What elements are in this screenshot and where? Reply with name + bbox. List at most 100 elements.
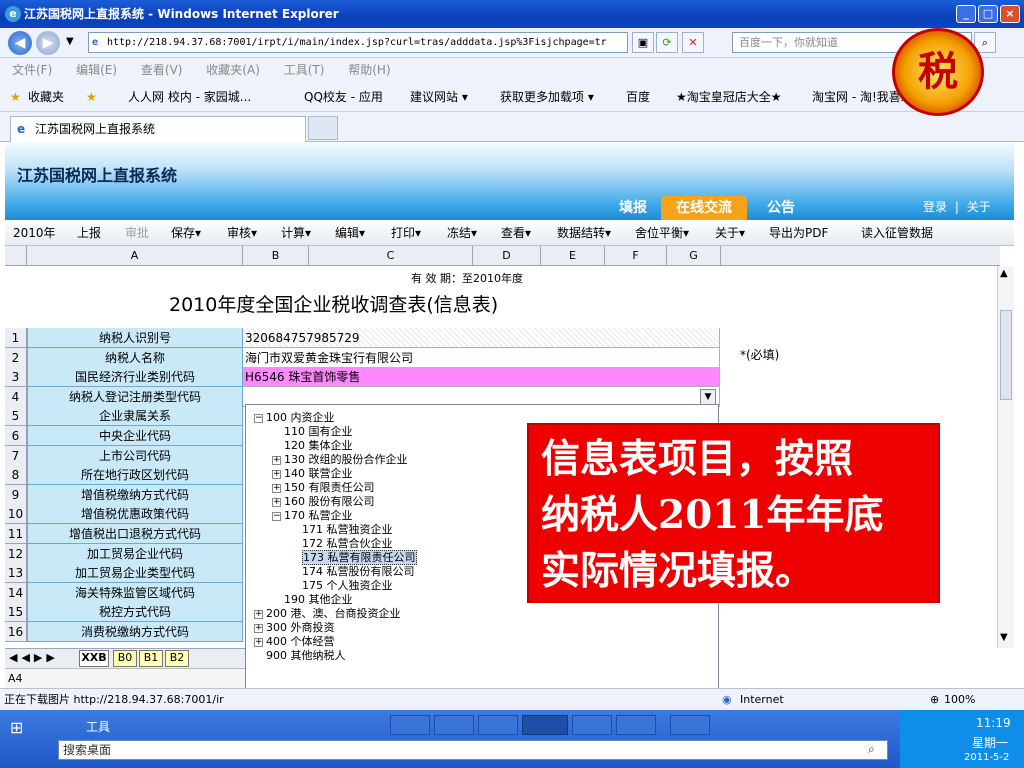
desktop-search-input[interactable]: 搜索桌面 bbox=[58, 740, 888, 760]
tree-expander-icon[interactable] bbox=[272, 442, 281, 451]
row-header[interactable]: 13 bbox=[5, 563, 27, 584]
tree-item[interactable]: 172 私营合伙企业 bbox=[290, 537, 393, 551]
zoom-level[interactable]: 100% bbox=[944, 689, 975, 711]
col-header-e[interactable]: E bbox=[541, 246, 605, 266]
tree-expander-icon[interactable]: + bbox=[254, 609, 263, 619]
tree-item[interactable]: 175 个人独资企业 bbox=[290, 579, 393, 593]
field-value[interactable]: H6546 珠宝首饰零售 bbox=[243, 367, 720, 388]
scroll-thumb[interactable] bbox=[1000, 310, 1012, 400]
row-header[interactable]: 15 bbox=[5, 602, 27, 623]
refresh-icon[interactable]: ⟳ bbox=[656, 32, 678, 53]
fav-taobao-stars[interactable]: ★淘宝皇冠店大全★ bbox=[676, 82, 782, 111]
tb-print[interactable]: 打印▾ bbox=[391, 220, 421, 245]
row-header[interactable]: 3 bbox=[5, 367, 27, 388]
tree-item[interactable]: +160 股份有限公司 bbox=[272, 495, 375, 509]
tb-carryover[interactable]: 数据结转▾ bbox=[557, 220, 611, 245]
row-header[interactable]: 11 bbox=[5, 524, 27, 544]
col-header-g[interactable]: G bbox=[667, 246, 721, 266]
fav-renren[interactable]: 人人网 校内 - 家园城... bbox=[128, 82, 251, 111]
dropdown-arrow-icon[interactable]: ▼ bbox=[700, 388, 716, 405]
tree-expander-icon[interactable]: + bbox=[272, 469, 281, 479]
taskbar-button-3[interactable] bbox=[478, 715, 518, 735]
row-header[interactable]: 8 bbox=[5, 465, 27, 486]
nav-tab-notice[interactable]: 公告 bbox=[755, 196, 807, 220]
tree-item[interactable]: 173 私营有限责任公司 bbox=[290, 550, 417, 565]
sheet-nav-arrows-icon[interactable]: ◀◀▶▶ bbox=[9, 651, 59, 664]
tree-item[interactable]: +140 联营企业 bbox=[272, 467, 353, 481]
tree-item[interactable]: +150 有限责任公司 bbox=[272, 481, 375, 495]
tb-edit[interactable]: 编辑▾ bbox=[335, 220, 365, 245]
fav-suggested[interactable]: 建议网站 ▾ bbox=[410, 82, 468, 111]
login-link[interactable]: 登录 bbox=[923, 200, 947, 214]
tree-item[interactable]: −170 私营企业 bbox=[272, 509, 353, 523]
vertical-scrollbar[interactable]: ▲ ▼ bbox=[997, 266, 1014, 648]
menu-help[interactable]: 帮助(H) bbox=[348, 63, 390, 77]
tb-import-data[interactable]: 读入征管数据 bbox=[861, 220, 933, 245]
tree-item[interactable]: 110 国有企业 bbox=[272, 425, 353, 439]
tb-year[interactable]: 2010年 bbox=[13, 220, 56, 245]
taskbar-button-active[interactable] bbox=[522, 715, 568, 735]
tree-expander-icon[interactable] bbox=[290, 554, 299, 563]
stop-icon[interactable]: ✕ bbox=[682, 32, 704, 53]
col-header-d[interactable]: D bbox=[473, 246, 541, 266]
menu-favorites[interactable]: 收藏夹(A) bbox=[206, 63, 260, 77]
zoom-icon[interactable]: ⊕ bbox=[930, 689, 939, 711]
taskbar-button-1[interactable] bbox=[390, 715, 430, 735]
tb-approve[interactable]: 审批 bbox=[125, 220, 149, 245]
tree-expander-icon[interactable] bbox=[290, 540, 299, 549]
col-header-a[interactable]: A bbox=[27, 246, 243, 266]
tree-item[interactable]: +400 个体经营 bbox=[254, 635, 335, 649]
taskbar-button-5[interactable] bbox=[616, 715, 656, 735]
tb-freeze[interactable]: 冻结▾ bbox=[447, 220, 477, 245]
row-header[interactable]: 12 bbox=[5, 543, 27, 564]
minimize-button[interactable]: _ bbox=[956, 5, 976, 23]
close-button[interactable]: × bbox=[1000, 5, 1020, 23]
sheet-tab-b1[interactable]: B1 bbox=[139, 650, 163, 667]
scroll-down-icon[interactable]: ▼ bbox=[1000, 632, 1008, 643]
corner-cell[interactable] bbox=[5, 246, 27, 266]
maximize-button[interactable]: □ bbox=[978, 5, 998, 23]
col-header-c[interactable]: C bbox=[309, 246, 473, 266]
tree-expander-icon[interactable]: − bbox=[272, 511, 281, 521]
desktop-search-icon[interactable]: ⌕ bbox=[868, 742, 875, 757]
favorites-button[interactable]: 收藏夹 bbox=[28, 82, 64, 111]
menu-edit[interactable]: 编辑(E) bbox=[76, 63, 117, 77]
col-header-f[interactable]: F bbox=[605, 246, 667, 266]
tree-expander-icon[interactable]: + bbox=[272, 483, 281, 493]
tree-expander-icon[interactable] bbox=[272, 596, 281, 605]
tb-review[interactable]: 审核▾ bbox=[227, 220, 257, 245]
taskbar-button-6[interactable] bbox=[670, 715, 710, 735]
browser-tab-active[interactable]: e 江苏国税网上直报系统 bbox=[10, 116, 306, 142]
tb-submit[interactable]: 上报 bbox=[77, 220, 101, 245]
back-icon[interactable]: ◀ bbox=[8, 31, 32, 55]
row-header[interactable]: 5 bbox=[5, 406, 27, 427]
forward-icon[interactable]: ▶ bbox=[36, 31, 60, 55]
tree-expander-icon[interactable]: + bbox=[272, 455, 281, 465]
tree-item[interactable]: 900 其他纳税人 bbox=[254, 649, 346, 663]
tree-expander-icon[interactable] bbox=[272, 428, 281, 437]
tb-calc[interactable]: 计算▾ bbox=[281, 220, 311, 245]
tb-rounding[interactable]: 舍位平衡▾ bbox=[635, 220, 689, 245]
tree-item[interactable]: +200 港、澳、台商投资企业 bbox=[254, 607, 401, 621]
fav-qq[interactable]: QQ校友 - 应用 bbox=[304, 82, 383, 111]
window-titlebar[interactable]: e 江苏国税网上直报系统 - Windows Internet Explorer… bbox=[0, 0, 1024, 28]
compat-view-icon[interactable]: ▣ bbox=[632, 32, 654, 53]
row-header[interactable]: 9 bbox=[5, 484, 27, 505]
col-header-b[interactable]: B bbox=[243, 246, 309, 266]
field-value[interactable]: 320684757985729 bbox=[243, 328, 720, 348]
taskbar-button-2[interactable] bbox=[434, 715, 474, 735]
start-icon[interactable]: ⊞ bbox=[10, 718, 23, 737]
row-header[interactable]: 7 bbox=[5, 445, 27, 466]
menu-view[interactable]: 查看(V) bbox=[141, 63, 183, 77]
tree-item[interactable]: 190 其他企业 bbox=[272, 593, 353, 607]
tree-item[interactable]: −100 内资企业 bbox=[254, 411, 335, 425]
taskbar-tools[interactable]: 工具 bbox=[86, 718, 110, 735]
tb-export-pdf[interactable]: 导出为PDF bbox=[769, 220, 828, 245]
row-header[interactable]: 16 bbox=[5, 622, 27, 642]
menu-file[interactable]: 文件(F) bbox=[12, 63, 52, 77]
tree-expander-icon[interactable] bbox=[290, 526, 299, 535]
tree-item[interactable]: +300 外商投资 bbox=[254, 621, 335, 635]
tb-save[interactable]: 保存▾ bbox=[171, 220, 201, 245]
sheet-tab-b0[interactable]: B0 bbox=[113, 650, 137, 667]
menu-tools[interactable]: 工具(T) bbox=[284, 63, 325, 77]
